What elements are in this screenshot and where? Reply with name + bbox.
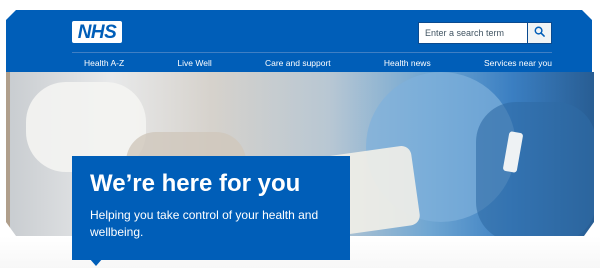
hero-title: We’re here for you [90,170,301,197]
hero-shape [476,102,594,236]
nhs-logo[interactable]: NHS [72,21,122,43]
search-icon [534,24,545,42]
page: NHS Health A-Z Live Well Care and suppor… [0,0,600,268]
nav-live-well[interactable]: Live Well [177,56,211,68]
search-input[interactable] [419,23,527,43]
nav-care-and-support[interactable]: Care and support [265,56,331,68]
nav-services-near-you[interactable]: Services near you [484,56,552,68]
site-header: NHS Health A-Z Live Well Care and suppor… [6,10,592,72]
search-box [418,22,552,44]
nav-health-news[interactable]: Health news [384,56,431,68]
callout-pointer [89,258,103,266]
search-button[interactable] [527,23,551,43]
hero-callout: We’re here for you Helping you take cont… [72,156,350,260]
hero-shape [6,72,10,236]
hero-subtitle: Helping you take control of your health … [90,208,319,240]
logo-text: NHS [77,21,117,43]
nav-health-a-z[interactable]: Health A-Z [72,56,124,68]
main-nav: Health A-Z Live Well Care and support He… [72,52,552,72]
